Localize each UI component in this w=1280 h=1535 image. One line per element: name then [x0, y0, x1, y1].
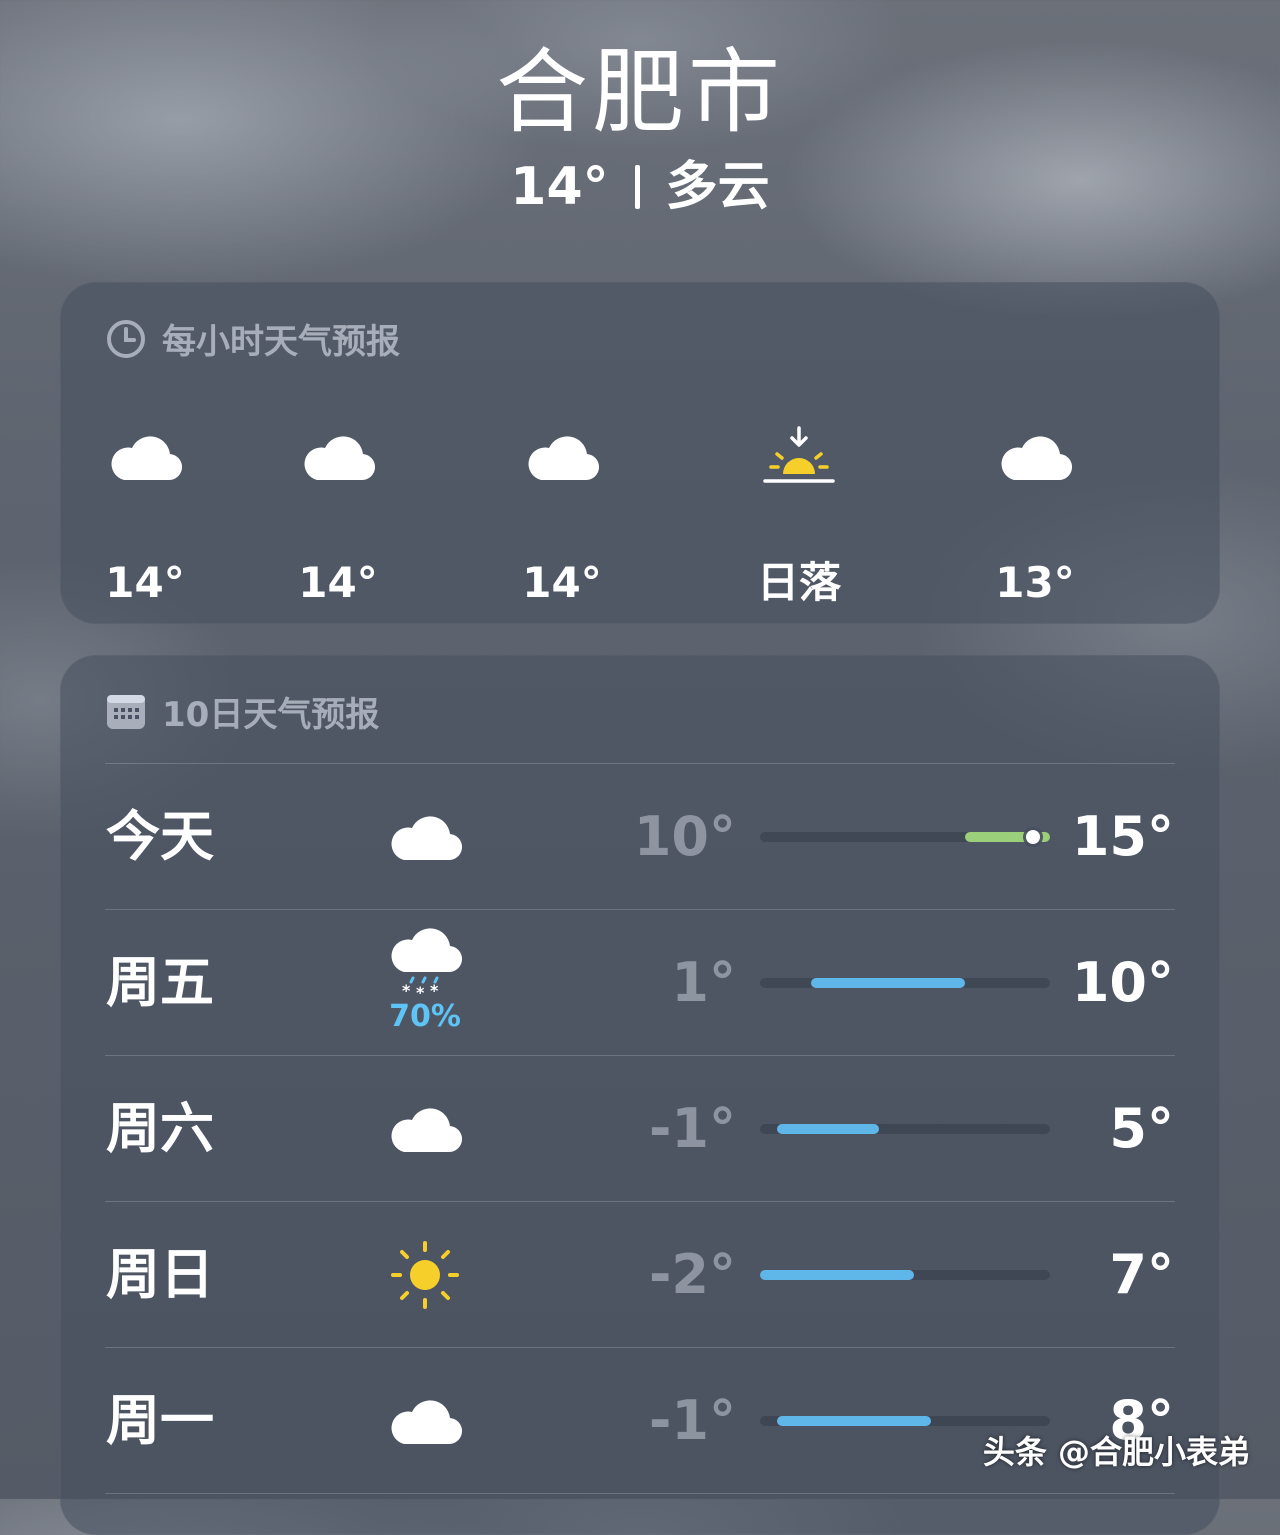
- temp-range-bar: [760, 1124, 1050, 1134]
- hourly-temp: 13°: [995, 558, 1075, 607]
- hourly-item: 14°: [487, 422, 637, 608]
- day-name: 周日: [106, 1243, 214, 1306]
- day-row[interactable]: 周日 -2° 7°: [60, 1202, 1220, 1348]
- cloud-icon: [304, 436, 375, 481]
- temp-range-bar: [760, 830, 1050, 844]
- daily-forecast-title: 10日天气预报: [162, 695, 380, 735]
- cloud-icon: [111, 436, 182, 481]
- temp-range-bar: [760, 978, 1050, 988]
- current-temp: 14°: [510, 157, 609, 217]
- calendar-icon: [106, 694, 146, 730]
- city-name: 合肥市: [495, 39, 784, 146]
- cloud-icon: [391, 1400, 462, 1445]
- sun-icon: [391, 1241, 459, 1309]
- hourly-item: 日落: [724, 422, 874, 608]
- temp-range-fill: [777, 1124, 880, 1134]
- high-temp: 5°: [1109, 1097, 1174, 1160]
- day-row[interactable]: 周五 * * * 70% 1° 10°: [60, 910, 1220, 1056]
- cloud-icon: [1001, 436, 1072, 481]
- hourly-forecast-header: 每小时天气预报: [106, 314, 400, 363]
- clock-icon: [106, 319, 146, 359]
- watermark: 头条 @合肥小表弟: [982, 1433, 1250, 1471]
- day-row[interactable]: 今天 10° 15°: [60, 764, 1220, 910]
- hourly-item: 14°: [263, 422, 413, 608]
- separator: [634, 165, 640, 209]
- cloud-icon: [528, 436, 599, 481]
- precipitation-chance: 70%: [389, 999, 461, 1034]
- svg-text:*: *: [430, 981, 439, 998]
- divider: [105, 1493, 1175, 1494]
- hourly-item: 14°: [70, 422, 220, 608]
- hourly-sunset-label: 日落: [756, 558, 841, 607]
- sunset-icon: [763, 426, 835, 483]
- current-condition: 多云: [665, 157, 770, 217]
- low-temp: 10°: [633, 805, 736, 868]
- temp-range-fill: [760, 1270, 914, 1280]
- high-temp: 15°: [1071, 805, 1174, 868]
- daily-forecast-header: 10日天气预报: [106, 687, 379, 736]
- day-name: 周五: [106, 951, 214, 1014]
- current-temp-indicator: [1025, 830, 1040, 844]
- high-temp: 7°: [1109, 1243, 1174, 1306]
- hourly-forecast-card[interactable]: 每小时天气预报 14° 14° 14° 日落 13°: [60, 282, 1220, 624]
- day-name: 今天: [106, 805, 214, 868]
- location-header: 合肥市 14° 多云: [0, 38, 1280, 222]
- svg-text:*: *: [416, 983, 425, 998]
- temp-range-bar: [760, 1416, 1050, 1426]
- high-temp: 10°: [1071, 951, 1174, 1014]
- low-temp: -2°: [649, 1243, 736, 1306]
- current-summary: 14° 多云: [0, 152, 1280, 222]
- daily-forecast-card[interactable]: 10日天气预报 今天 10° 15° 周五 * * * 70% 1° 10° 周…: [60, 655, 1220, 1535]
- day-name: 周六: [106, 1097, 214, 1160]
- day-name: 周一: [106, 1389, 214, 1452]
- snow-cloud-icon: * * *: [391, 928, 462, 998]
- hourly-forecast-title: 每小时天气预报: [162, 322, 400, 362]
- hourly-temp: 14°: [522, 558, 602, 607]
- low-temp: -1°: [649, 1097, 736, 1160]
- cloud-icon: [391, 1108, 462, 1153]
- temp-range-fill: [777, 1416, 931, 1426]
- low-temp: -1°: [649, 1389, 736, 1452]
- cloud-icon: [391, 816, 462, 861]
- hourly-temp: 14°: [105, 558, 185, 607]
- temp-range-fill: [811, 978, 965, 988]
- hourly-item: 13°: [960, 422, 1110, 608]
- svg-text:*: *: [402, 981, 411, 998]
- low-temp: 1°: [671, 951, 736, 1014]
- temp-range-bar: [760, 1270, 1050, 1280]
- day-row[interactable]: 周六 -1° 5°: [60, 1056, 1220, 1202]
- hourly-temp: 14°: [298, 558, 378, 607]
